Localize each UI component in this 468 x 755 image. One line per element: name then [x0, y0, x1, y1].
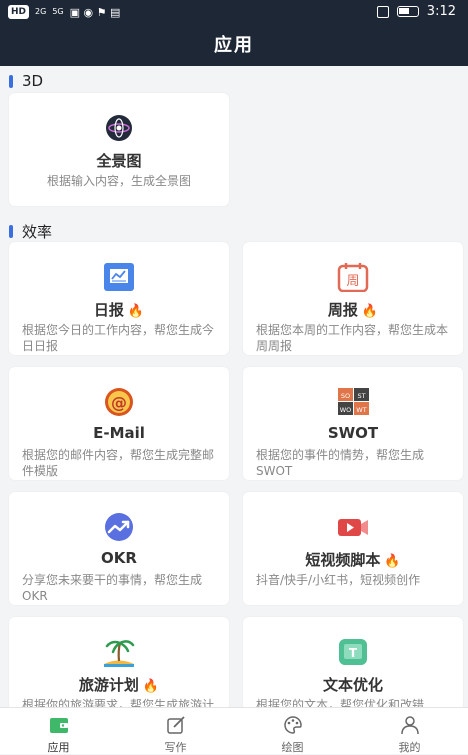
- tab-profile[interactable]: 我的: [351, 708, 468, 754]
- card-desc: 根据您的事件的情势，帮您生成 SWOT: [256, 448, 425, 478]
- notification-icon: ▣ ◉ ⚑ ▤: [69, 5, 121, 19]
- swot-cell-st: ST: [357, 392, 365, 400]
- fire-icon: 🔥: [384, 554, 401, 569]
- email-at-icon: @: [105, 388, 133, 416]
- card-title: 旅游计划 🔥: [78, 676, 160, 694]
- clock: 3:12: [426, 4, 456, 19]
- card-desc: 抖音/快手/小红书，短视频创作: [256, 573, 421, 587]
- section-title-efficiency: 效率: [9, 221, 52, 242]
- battery-icon: [396, 6, 419, 17]
- card-title: 短视频脚本 🔥: [305, 551, 401, 569]
- video-camera-icon: [338, 519, 368, 536]
- weekly-calendar-icon: 周: [337, 263, 369, 292]
- card-desc: 根据您今日的工作内容，帮您生成今日日报: [22, 323, 215, 353]
- section-label: 效率: [22, 223, 53, 241]
- card-swot[interactable]: SO ST WO WT SWOT 根据您的事件的情势，帮您生成 SWOT: [243, 367, 463, 480]
- weekly-icon-text: 周: [346, 274, 359, 289]
- status-left: HD 2G 5G ▣ ◉ ⚑ ▤: [8, 5, 120, 19]
- user-icon: [400, 716, 419, 735]
- card-title: SWOT: [327, 424, 379, 442]
- card-okr[interactable]: OKR 分享您未来要干的事情，帮您生成 OKR: [9, 492, 229, 605]
- card-title: 全景图: [96, 152, 142, 170]
- calendar-chart-icon: [104, 263, 134, 291]
- section-label: 3D: [22, 72, 44, 90]
- card-title: OKR: [101, 549, 137, 567]
- card-title: E-Mail: [93, 424, 145, 442]
- card-daily-report[interactable]: 日报 🔥 根据您今日的工作内容，帮您生成今日日报: [9, 242, 229, 355]
- section-marker: [9, 225, 13, 238]
- signal-5g: 5G: [52, 7, 64, 16]
- card-title: 文本优化: [322, 676, 383, 694]
- status-bar: HD 2G 5G ▣ ◉ ⚑ ▤ 3:12: [0, 0, 468, 26]
- fire-icon: 🔥: [127, 304, 145, 319]
- signal-2g: 2G: [35, 7, 47, 16]
- tab-writing[interactable]: 写作: [117, 708, 234, 754]
- swot-cell-so: SO: [341, 392, 350, 400]
- swot-grid-icon: SO ST WO WT: [338, 388, 369, 415]
- swot-cell-wt: WT: [356, 406, 366, 414]
- text-edit-icon: T: [339, 639, 367, 665]
- card-desc: 分享您未来要干的事情，帮您生成 OKR: [22, 573, 203, 603]
- tab-drawing[interactable]: 绘图: [234, 708, 351, 754]
- card-desc: 根据您的邮件内容，帮您生成完整邮件模版: [22, 448, 215, 478]
- status-right: 3:12: [376, 4, 456, 19]
- nfc-icon: [376, 5, 389, 18]
- section-marker: [9, 74, 13, 88]
- card-desc: 根据您本周的工作内容，帮您生成本周周报: [256, 323, 449, 353]
- palm-island-icon: [104, 640, 135, 667]
- text-icon-letter: T: [349, 646, 358, 660]
- trend-up-icon: [105, 513, 133, 541]
- card-title: 日报 🔥: [93, 301, 145, 319]
- card-panorama[interactable]: 全景图 根据输入内容，生成全景图: [9, 93, 229, 206]
- hd-badge: HD: [8, 5, 30, 19]
- tab-apps[interactable]: 应用: [0, 708, 117, 754]
- wallet-icon: [49, 718, 68, 733]
- email-icon-text: @: [111, 393, 127, 412]
- page-title: 应用: [0, 26, 468, 66]
- edit-icon: [166, 716, 185, 734]
- card-weekly-report[interactable]: 周 周报 🔥 根据您本周的工作内容，帮您生成本周周报: [243, 242, 463, 355]
- card-short-video[interactable]: 短视频脚本 🔥 抖音/快手/小红书，短视频创作: [243, 492, 463, 605]
- card-desc: 根据输入内容，生成全景图: [46, 174, 191, 188]
- fire-icon: 🔥: [142, 679, 160, 694]
- palette-icon: [283, 716, 302, 734]
- panorama-icon: [106, 115, 132, 141]
- card-title: 周报 🔥: [327, 301, 379, 319]
- bottom-tab-bar: 应用 写作 绘图 我的: [0, 707, 468, 754]
- card-email[interactable]: @ E-Mail 根据您的邮件内容，帮您生成完整邮件模版: [9, 367, 229, 480]
- fire-icon: 🔥: [361, 304, 379, 319]
- section-title-3d: 3D: [9, 72, 43, 90]
- swot-cell-wo: WO: [340, 406, 352, 414]
